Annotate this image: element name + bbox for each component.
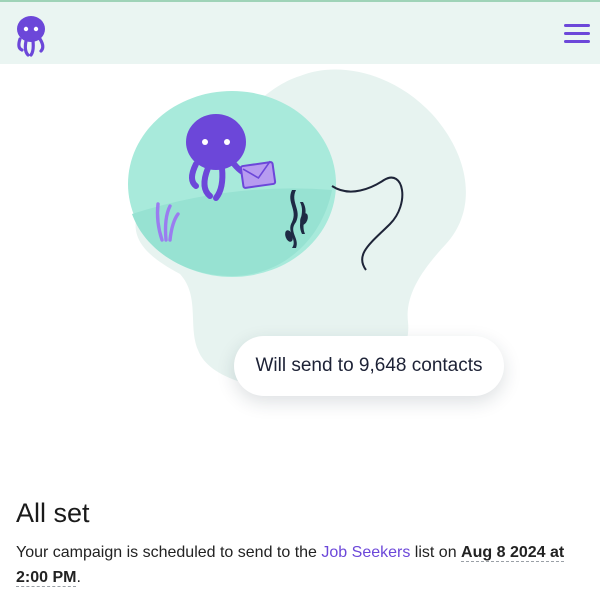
menu-line (564, 32, 590, 35)
page-title: All set (16, 498, 90, 528)
top-navigation-bar (0, 0, 600, 64)
send-count-bubble: Will send to 9,648 contacts (234, 336, 504, 396)
status-section: All set Your campaign is scheduled to se… (16, 496, 588, 590)
send-count-text: Will send to 9,648 contacts (255, 355, 483, 376)
menu-line (564, 24, 590, 27)
menu-line (564, 40, 590, 43)
list-name-link[interactable]: Job Seekers (321, 544, 410, 561)
octopus-logo-icon[interactable] (14, 15, 48, 57)
desc-suffix: . (76, 569, 81, 586)
envelope-icon (239, 160, 277, 189)
desc-middle: list on (414, 544, 457, 561)
hamburger-menu-button[interactable] (564, 24, 590, 44)
status-description: Your campaign is scheduled to send to th… (16, 540, 588, 590)
illustration: Will send to 9,648 contacts (0, 64, 600, 404)
desc-prefix: Your campaign is scheduled to send to th… (16, 544, 317, 561)
